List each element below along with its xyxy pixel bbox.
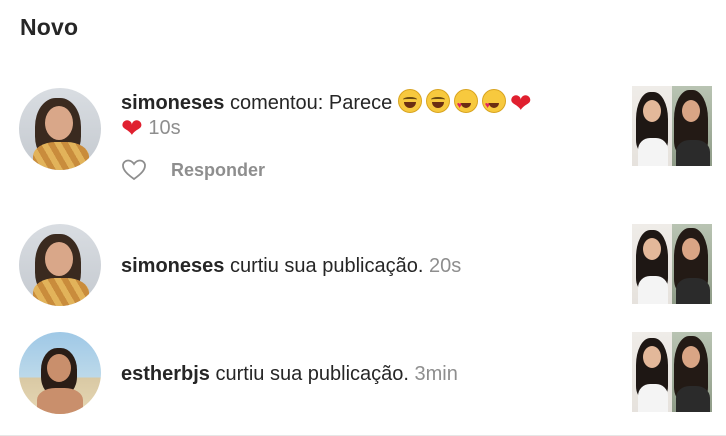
red-heart-emoji: ❤: [509, 88, 532, 118]
action-text: comentou: Parece: [229, 92, 393, 114]
notification-text: estherbjs curtiu sua publicação. 3min: [121, 361, 458, 387]
post-thumbnail[interactable]: [632, 224, 712, 304]
post-thumbnail[interactable]: [632, 86, 712, 166]
notification-text-continued: ❤ 10s: [121, 115, 181, 141]
reply-button[interactable]: Responder: [171, 160, 265, 181]
section-title: Novo: [20, 14, 79, 40]
notification-like[interactable]: estherbjs curtiu sua publicação. 3min: [0, 330, 726, 420]
comment-actions: Responder: [121, 158, 265, 182]
username-link[interactable]: simoneses: [121, 92, 224, 114]
username-link[interactable]: estherbjs: [121, 363, 210, 385]
notification-text: simoneses comentou: Parece ❤: [121, 88, 532, 118]
action-text: curtiu sua publicação.: [215, 363, 409, 385]
avatar[interactable]: [19, 224, 101, 306]
notification-like[interactable]: simoneses curtiu sua publicação. 20s: [0, 222, 726, 312]
avatar[interactable]: [19, 88, 101, 170]
avatar[interactable]: [19, 332, 101, 414]
heart-eyes-emoji: [481, 89, 506, 118]
notification-text: simoneses curtiu sua publicação. 20s: [121, 253, 461, 279]
post-thumbnail[interactable]: [632, 332, 712, 412]
action-text: curtiu sua publicação.: [229, 255, 424, 277]
notification-comment[interactable]: simoneses comentou: Parece ❤ ❤ 10s Respo…: [0, 80, 726, 200]
timestamp: 3min: [414, 363, 458, 385]
timestamp: 20s: [428, 255, 462, 277]
timestamp: 10s: [148, 117, 181, 139]
red-heart-emoji: ❤: [121, 113, 143, 143]
heart-eyes-emoji: [453, 89, 478, 118]
joy-emoji: [425, 89, 450, 113]
joy-emoji: [397, 89, 422, 113]
username-link[interactable]: simoneses: [121, 255, 224, 277]
heart-outline-icon[interactable]: [121, 158, 147, 182]
